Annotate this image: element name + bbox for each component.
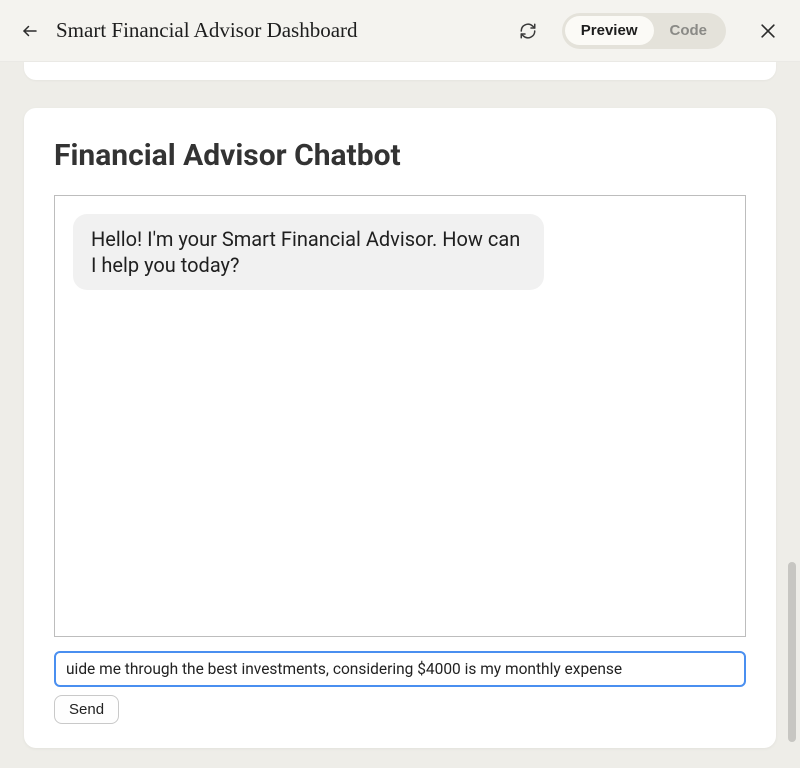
close-icon [758, 21, 778, 41]
page-title: Smart Financial Advisor Dashboard [56, 18, 358, 43]
vertical-scrollbar[interactable] [788, 322, 796, 742]
previous-card-peek [24, 62, 776, 80]
chat-heading: Financial Advisor Chatbot [54, 138, 746, 173]
tab-code[interactable]: Code [654, 16, 724, 45]
chat-card: Financial Advisor Chatbot Hello! I'm you… [24, 108, 776, 748]
vertical-scrollbar-thumb[interactable] [788, 562, 796, 742]
workspace: Financial Advisor Chatbot Hello! I'm you… [0, 62, 800, 768]
chat-input[interactable] [54, 651, 746, 687]
refresh-icon [519, 22, 537, 40]
refresh-button[interactable] [514, 17, 542, 45]
close-button[interactable] [754, 17, 782, 45]
chat-log[interactable]: Hello! I'm your Smart Financial Advisor.… [54, 195, 746, 637]
send-button[interactable]: Send [54, 695, 119, 724]
bot-message: Hello! I'm your Smart Financial Advisor.… [73, 214, 544, 290]
arrow-left-icon [21, 22, 39, 40]
top-bar: Smart Financial Advisor Dashboard Previe… [0, 0, 800, 62]
back-button[interactable] [18, 19, 42, 43]
chat-input-row: Send [54, 651, 746, 724]
tab-preview[interactable]: Preview [565, 16, 654, 45]
view-toggle: Preview Code [562, 13, 726, 49]
